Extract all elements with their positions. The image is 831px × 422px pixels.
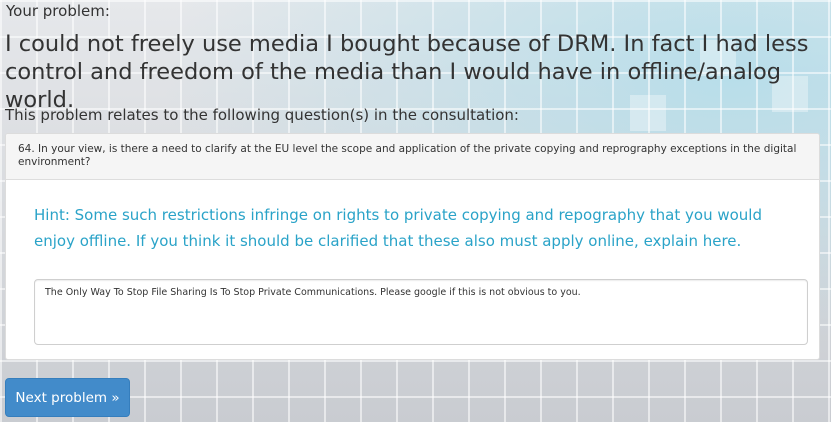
next-problem-button[interactable]: Next problem » (5, 378, 130, 417)
answer-textarea[interactable]: The Only Way To Stop File Sharing Is To … (34, 279, 808, 345)
question-panel: 64. In your view, is there a need to cla… (5, 133, 820, 360)
problem-title: I could not freely use media I bought be… (5, 31, 809, 113)
hint-text: Hint: Some such restrictions infringe on… (34, 206, 762, 250)
question-body: Hint: Some such restrictions infringe on… (6, 180, 819, 345)
relates-label: This problem relates to the following qu… (5, 106, 519, 124)
intro-label: Your problem: (6, 2, 110, 20)
question-heading: 64. In your view, is there a need to cla… (6, 134, 819, 180)
